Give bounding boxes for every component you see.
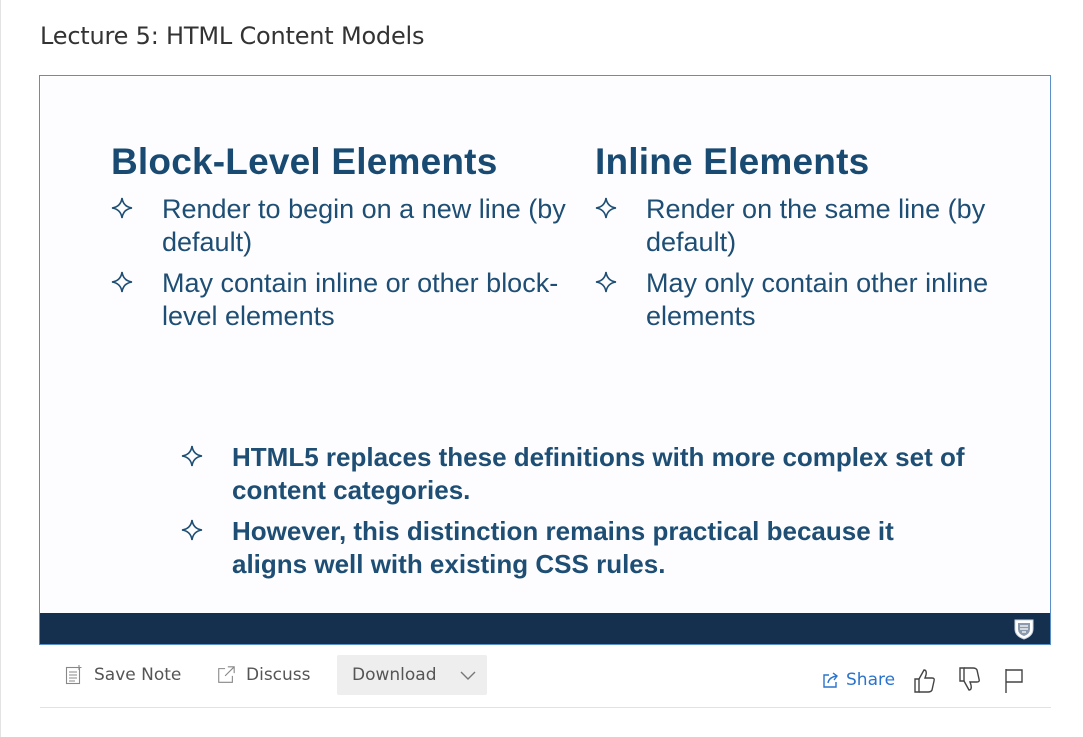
slide-bullet-text: May contain inline or other block-level … (162, 268, 559, 331)
four-point-star-icon (595, 271, 617, 293)
discuss-button[interactable]: Discuss (216, 655, 311, 695)
chevron-down-icon[interactable] (459, 669, 477, 681)
flag-icon[interactable] (1000, 665, 1028, 695)
four-point-star-icon (595, 197, 617, 219)
note-icon (65, 665, 82, 685)
page-left-border (0, 0, 1, 737)
inline-heading: Inline Elements (595, 141, 870, 182)
lecture-video-player[interactable]: Block-Level Elements Render to begin on … (39, 75, 1051, 645)
four-point-star-icon (111, 197, 133, 219)
slide-summary: HTML5 replaces these definitions with mo… (181, 441, 971, 589)
slide-footer-bar (40, 613, 1050, 644)
slide-bullet-text: However, this distinction remains practi… (232, 516, 894, 579)
share-icon (823, 672, 838, 688)
download-dropdown[interactable]: Download (337, 655, 487, 695)
four-point-star-icon (181, 445, 203, 467)
slide-bullet: May only contain other inline elements (595, 267, 1045, 333)
thumbs-down-icon[interactable] (955, 665, 983, 695)
share-button[interactable]: Share (822, 667, 895, 693)
four-point-star-icon (111, 271, 133, 293)
save-note-button[interactable]: Save Note (64, 655, 181, 695)
thumbs-up-icon[interactable] (910, 665, 938, 695)
university-crest-icon (1014, 619, 1034, 640)
slide-bullet-text: Render to begin on a new line (by defaul… (162, 194, 566, 257)
four-point-star-icon (181, 519, 203, 541)
share-label: Share (846, 670, 896, 690)
inline-column: Inline Elements Render on the same line … (595, 141, 1045, 341)
block-level-heading: Block-Level Elements (111, 141, 498, 182)
slide-bullet-text: Render on the same line (by default) (646, 194, 986, 257)
slide-bullet-text: HTML5 replaces these definitions with mo… (232, 442, 965, 505)
slide-bullet: Render to begin on a new line (by defaul… (111, 193, 571, 259)
slide-bullet: Render on the same line (by default) (595, 193, 1045, 259)
slide-bullet: May contain inline or other block-level … (111, 267, 571, 333)
slide-bullet-text: May only contain other inline elements (646, 268, 989, 331)
discuss-label: Discuss (246, 665, 311, 685)
save-note-label: Save Note (94, 665, 182, 685)
download-label: Download (352, 665, 437, 685)
block-level-column: Block-Level Elements Render to begin on … (111, 141, 571, 341)
slide-bullet: HTML5 replaces these definitions with mo… (181, 441, 971, 507)
slide-bullet: However, this distinction remains practi… (181, 515, 971, 581)
page-title: Lecture 5: HTML Content Models (40, 22, 425, 50)
lecture-toolbar: Save Note Discuss Download Share (40, 655, 1051, 708)
lecture-slide: Block-Level Elements Render to begin on … (41, 77, 1049, 613)
external-link-icon (218, 666, 235, 683)
